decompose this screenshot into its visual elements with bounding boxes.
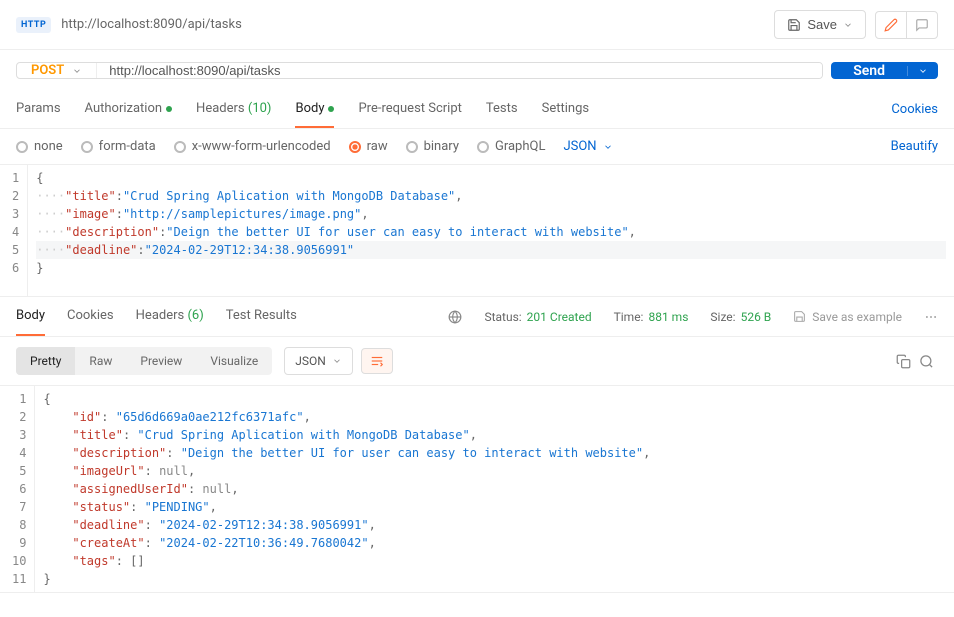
comment-icon [915,18,929,32]
chevron-down-icon [332,356,342,366]
save-icon [793,310,806,323]
copy-icon [896,354,911,369]
gutter: 1234567891011 [0,386,35,592]
save-as-example-button[interactable]: Save as example [793,310,902,324]
request-tabs: Params Authorization Headers (10) Body P… [0,91,954,129]
chevron-down-icon [603,142,613,152]
status-dot-icon [166,106,172,112]
gutter: 123456 [0,165,28,296]
more-icon[interactable] [924,310,938,324]
chevron-down-icon [72,66,82,76]
response-body-editor[interactable]: 1234567891011 { "id": "65d6d669a0ae212fc… [0,386,954,593]
top-bar: HTTP http://localhost:8090/api/tasks Sav… [0,0,954,50]
view-raw[interactable]: Raw [75,347,126,375]
tab-tests[interactable]: Tests [486,91,518,128]
breadcrumb: http://localhost:8090/api/tasks [61,17,764,32]
time-meta: Time:881 ms [614,310,689,324]
chevron-down-icon [843,20,853,30]
http-badge: HTTP [16,17,51,33]
search-button[interactable] [915,350,938,373]
view-controls: Pretty Raw Preview Visualize JSON [0,337,954,386]
radio-icon [16,141,28,153]
wrap-icon [370,355,384,367]
radio-binary[interactable]: binary [406,139,459,154]
code-area[interactable]: { "id": "65d6d669a0ae212fc6371afc", "tit… [35,386,954,592]
code-area[interactable]: { ····"title":"Crud Spring Aplication wi… [28,165,954,296]
pencil-icon [884,18,898,32]
res-tab-testresults[interactable]: Test Results [226,297,297,336]
save-label: Save [807,17,837,32]
radio-icon [81,141,93,153]
body-type-row: none form-data x-www-form-urlencoded raw… [0,129,954,165]
search-icon [919,354,934,369]
radio-graphql[interactable]: GraphQL [477,139,545,154]
action-buttons [876,11,938,39]
tab-authorization[interactable]: Authorization [85,91,173,128]
view-preview[interactable]: Preview [126,347,196,375]
edit-button[interactable] [875,11,907,39]
send-label: Send [831,63,907,79]
tab-settings[interactable]: Settings [542,91,589,128]
comment-button[interactable] [906,11,938,39]
response-tabs: Body Cookies Headers (6) Test Results St… [0,297,954,337]
wrap-lines-button[interactable] [361,348,393,374]
tab-prerequest[interactable]: Pre-request Script [358,91,461,128]
view-visualize[interactable]: Visualize [196,347,272,375]
copy-button[interactable] [892,350,915,373]
radio-icon [349,141,361,153]
radio-formdata[interactable]: form-data [81,139,156,154]
request-row: POST Send [0,50,954,91]
save-button[interactable]: Save [774,10,866,39]
radio-none[interactable]: none [16,139,63,154]
size-meta: Size:526 B [710,310,771,324]
res-tab-headers[interactable]: Headers (6) [136,297,204,336]
tab-headers[interactable]: Headers (10) [196,91,271,128]
send-button[interactable]: Send [831,62,938,79]
radio-icon [406,141,418,153]
save-icon [787,18,801,32]
method-label: POST [31,63,64,78]
status-dot-icon [328,106,334,112]
view-tabs: Pretty Raw Preview Visualize [16,347,272,375]
method-select[interactable]: POST [17,63,97,78]
status-meta: Status:201 Created [484,310,591,324]
res-tab-cookies[interactable]: Cookies [67,297,114,336]
res-tab-body[interactable]: Body [16,297,45,336]
chevron-down-icon [918,66,928,76]
radio-raw[interactable]: raw [349,139,388,154]
response-format-select[interactable]: JSON [284,347,353,375]
radio-icon [477,141,489,153]
view-pretty[interactable]: Pretty [16,347,75,375]
send-dropdown[interactable] [907,66,938,76]
globe-icon[interactable] [448,310,462,324]
radio-icon [174,141,186,153]
radio-xform[interactable]: x-www-form-urlencoded [174,139,331,154]
body-format-select[interactable]: JSON [563,139,612,154]
method-url-group: POST [16,62,823,79]
beautify-button[interactable]: Beautify [891,139,938,154]
tab-body[interactable]: Body [295,91,334,128]
url-input[interactable] [97,63,822,78]
tab-params[interactable]: Params [16,91,61,128]
cookies-link[interactable]: Cookies [891,102,938,117]
request-body-editor[interactable]: 123456 { ····"title":"Crud Spring Aplica… [0,165,954,297]
